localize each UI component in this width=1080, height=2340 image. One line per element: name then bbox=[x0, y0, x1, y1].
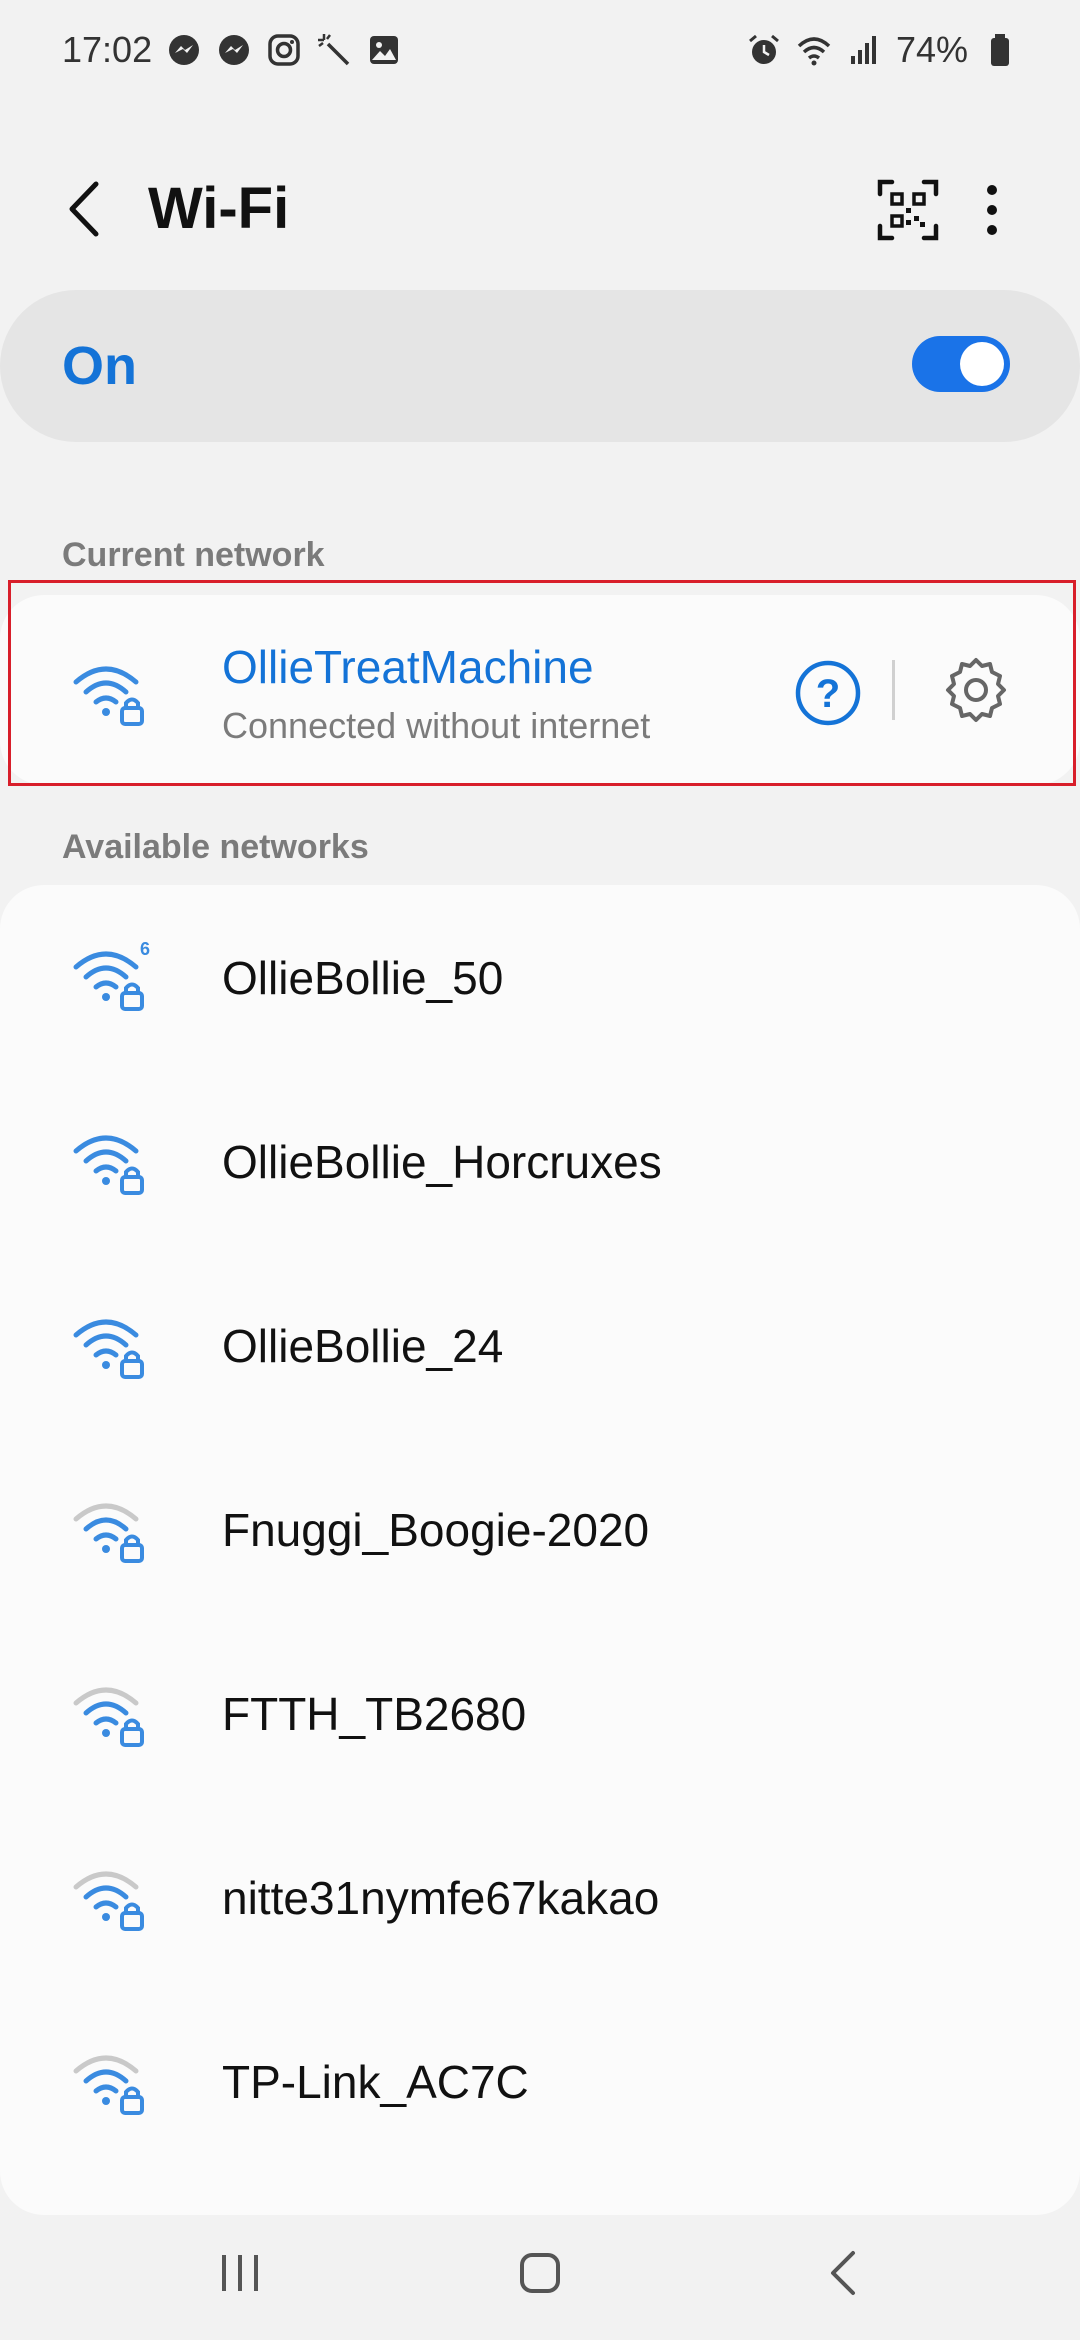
network-name: OllieBollie_Horcruxes bbox=[222, 1136, 662, 1188]
wifi-secured-weak-icon bbox=[70, 1855, 150, 1935]
navigation-bar bbox=[0, 2215, 1080, 2340]
network-name: OllieBollie_50 bbox=[222, 952, 504, 1004]
status-bar-left: 17:02 bbox=[62, 29, 402, 71]
wifi-status-icon bbox=[796, 32, 832, 68]
magic-wand-icon bbox=[316, 32, 352, 68]
svg-text:?: ? bbox=[816, 672, 840, 716]
qr-code-button[interactable] bbox=[868, 170, 948, 250]
more-vert-icon bbox=[987, 185, 997, 235]
battery-percent: 74% bbox=[895, 29, 968, 70]
current-network-status: Connected without internet bbox=[222, 705, 651, 746]
wifi-secured-icon bbox=[70, 1119, 150, 1199]
wifi-master-switch-row[interactable]: On bbox=[0, 290, 1080, 442]
gallery-icon bbox=[366, 32, 402, 68]
qr-code-icon bbox=[877, 179, 939, 241]
network-name: TP-Link_AC7C bbox=[222, 2056, 529, 2108]
signal-icon bbox=[846, 32, 882, 68]
instagram-icon bbox=[266, 32, 302, 68]
network-name: nitte31nymfe67kakao bbox=[222, 1872, 660, 1924]
back-button[interactable] bbox=[52, 174, 122, 244]
status-time: 17:02 bbox=[62, 29, 153, 70]
help-circle-icon: ? bbox=[795, 660, 861, 726]
battery-icon bbox=[982, 32, 1018, 68]
recent-apps-button[interactable] bbox=[210, 2243, 270, 2303]
network-settings-button[interactable] bbox=[938, 652, 1014, 728]
svg-text:6: 6 bbox=[140, 939, 150, 959]
status-bar-right: 74% bbox=[746, 29, 1018, 71]
available-networks-header: Available networks bbox=[62, 828, 369, 866]
more-options-button[interactable] bbox=[962, 170, 1022, 250]
divider bbox=[892, 660, 895, 720]
network-name: OllieBollie_24 bbox=[222, 1320, 504, 1372]
toggle-knob bbox=[960, 342, 1004, 386]
wifi-secured-weak-icon bbox=[70, 1671, 150, 1751]
network-row[interactable]: OllieBollie_24 bbox=[0, 1253, 1080, 1437]
home-button[interactable] bbox=[510, 2243, 570, 2303]
messenger-icon bbox=[216, 32, 252, 68]
chevron-left-icon bbox=[69, 181, 99, 237]
alarm-icon bbox=[746, 32, 782, 68]
wifi-secured-weak-icon bbox=[70, 2039, 150, 2119]
available-networks-list: 6 OllieBollie_50 OllieBollie_Horcruxes O… bbox=[0, 885, 1080, 2215]
network-row[interactable]: nitte31nymfe67kakao bbox=[0, 1805, 1080, 1989]
current-network-name: OllieTreatMachine bbox=[222, 641, 594, 693]
status-bar: 17:02 74% bbox=[0, 0, 1080, 100]
wifi-secured-icon bbox=[70, 1303, 150, 1383]
network-row[interactable]: OllieBollie_Horcruxes bbox=[0, 1069, 1080, 1253]
gear-icon bbox=[946, 658, 1006, 722]
wifi-secured-weak-icon bbox=[70, 1487, 150, 1567]
current-network-header: Current network bbox=[62, 536, 325, 574]
wifi-secured-icon bbox=[70, 650, 150, 730]
home-icon bbox=[520, 2253, 560, 2293]
messenger-icon bbox=[166, 32, 202, 68]
network-name: Fnuggi_Boogie-2020 bbox=[222, 1504, 650, 1556]
help-button[interactable]: ? bbox=[790, 655, 866, 731]
app-bar: Wi-Fi bbox=[0, 150, 1080, 270]
wifi-toggle[interactable] bbox=[912, 336, 1010, 392]
page-title: Wi-Fi bbox=[148, 176, 290, 241]
wifi-state-label: On bbox=[62, 336, 137, 396]
network-row[interactable]: 6 OllieBollie_50 bbox=[0, 885, 1080, 1069]
wifi-secured-wifi6-icon: 6 bbox=[70, 935, 150, 1015]
system-back-button[interactable] bbox=[815, 2243, 875, 2303]
recent-apps-icon bbox=[222, 2255, 258, 2291]
network-row[interactable]: Fnuggi_Boogie-2020 bbox=[0, 1437, 1080, 1621]
chevron-left-icon bbox=[831, 2251, 855, 2295]
network-name: FTTH_TB2680 bbox=[222, 1688, 527, 1740]
network-row[interactable]: TP-Link_AC7C bbox=[0, 1989, 1080, 2173]
network-row[interactable]: FTTH_TB2680 bbox=[0, 1621, 1080, 1805]
